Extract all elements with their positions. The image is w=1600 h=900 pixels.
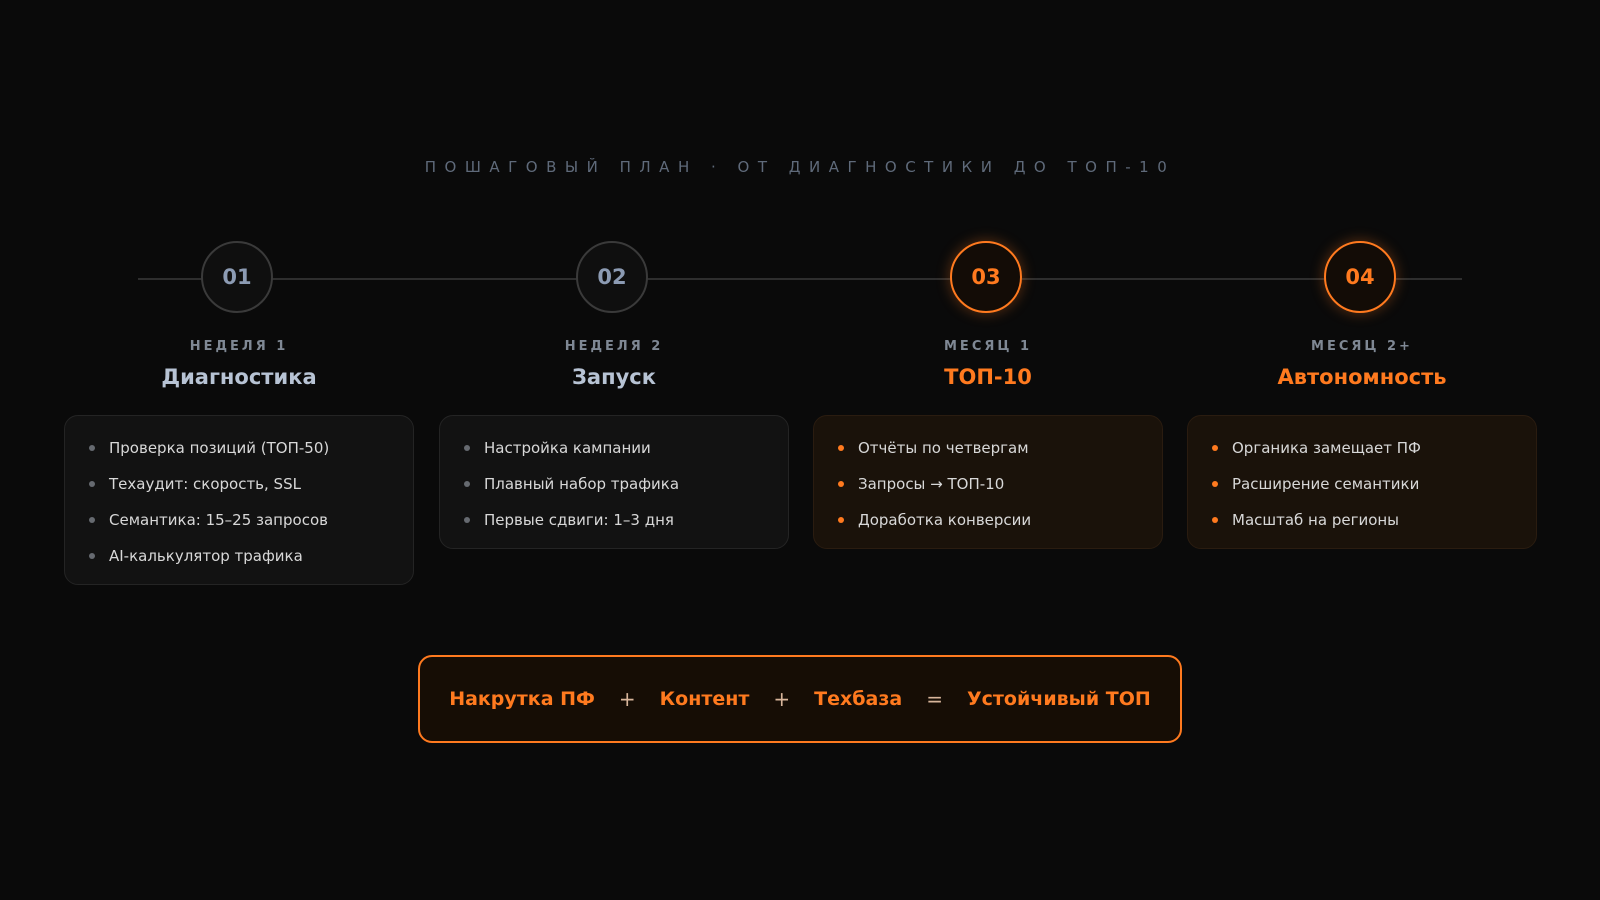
step-number-circle: 02 [576, 241, 648, 313]
list-item: Доработка конверсии [836, 510, 1142, 530]
bullet-icon [89, 445, 95, 451]
bullet-icon [1212, 517, 1218, 523]
step-title: ТОП-10 [944, 365, 1032, 389]
list-item: Масштаб на регионы [1210, 510, 1516, 530]
step-period: Месяц 1 [944, 339, 1032, 354]
list-item-text: Органика замещает ПФ [1232, 439, 1421, 457]
step-title: Запуск [572, 365, 656, 389]
bullet-icon [838, 445, 844, 451]
bullet-icon [89, 517, 95, 523]
list-item: Запросы → ТОП-10 [836, 474, 1142, 494]
list-item: Плавный набор трафика [462, 474, 768, 494]
equals-operator: = [926, 687, 943, 711]
formula-term-techbase: Техбаза [814, 688, 903, 710]
timeline-line [138, 278, 1462, 280]
bullet-icon [89, 481, 95, 487]
list-item: Органика замещает ПФ [1210, 438, 1516, 458]
list-item-text: Запросы → ТОП-10 [858, 475, 1005, 493]
list-item: Семантика: 15–25 запросов [87, 510, 393, 530]
bullet-icon [838, 517, 844, 523]
list-item-text: AI-калькулятор трафика [109, 547, 303, 565]
list-item: Первые сдвиги: 1–3 дня [462, 510, 768, 530]
formula-banner: Накрутка ПФ + Контент + Техбаза = Устойч… [418, 655, 1182, 743]
list-item-text: Доработка конверсии [858, 511, 1032, 529]
bullet-icon [838, 481, 844, 487]
bullet-icon [1212, 445, 1218, 451]
list-item: Техаудит: скорость, SSL [87, 474, 393, 494]
step-number-circle: 04 [1324, 241, 1396, 313]
list-item-text: Расширение семантики [1232, 475, 1420, 493]
list-item: Расширение семантики [1210, 474, 1516, 494]
formula-term-content: Контент [659, 688, 750, 710]
list-item-text: Техаудит: скорость, SSL [109, 475, 301, 493]
list-item: AI-калькулятор трафика [87, 546, 393, 566]
list-item-text: Плавный набор трафика [484, 475, 680, 493]
list-item-text: Проверка позиций (ТОП-50) [109, 439, 330, 457]
step-title: Автономность [1277, 365, 1447, 389]
list-item-text: Семантика: 15–25 запросов [109, 511, 328, 529]
step-number-circle: 01 [201, 241, 273, 313]
step-card: Органика замещает ПФ Расширение семантик… [1187, 415, 1537, 549]
list-item: Проверка позиций (ТОП-50) [87, 438, 393, 458]
bullet-icon [1212, 481, 1218, 487]
step-title: Диагностика [161, 365, 317, 389]
step-number-circle: 03 [950, 241, 1022, 313]
step-period: Неделя 2 [564, 339, 664, 354]
list-item-text: Отчёты по четвергам [858, 439, 1029, 457]
step-period: Неделя 1 [189, 339, 289, 354]
step-period: Месяц 2+ [1311, 339, 1413, 354]
formula-result: Устойчивый ТОП [967, 688, 1151, 710]
list-item: Отчёты по четвергам [836, 438, 1142, 458]
list-item-text: Первые сдвиги: 1–3 дня [484, 511, 674, 529]
roadmap-slide: Пошаговый план · от диагностики до ТОП-1… [0, 0, 1600, 900]
list-item-text: Масштаб на регионы [1232, 511, 1400, 529]
step-card: Настройка кампании Плавный набор трафика… [439, 415, 789, 549]
step-card: Отчёты по четвергам Запросы → ТОП-10 Дор… [813, 415, 1163, 549]
plus-operator: + [773, 687, 791, 711]
bullet-icon [89, 553, 95, 559]
formula-term-pf: Накрутка ПФ [449, 688, 595, 710]
list-item: Настройка кампании [462, 438, 768, 458]
list-item-text: Настройка кампании [484, 439, 651, 457]
bullet-icon [464, 445, 470, 451]
bullet-icon [464, 517, 470, 523]
eyebrow-title: Пошаговый план · от диагностики до ТОП-1… [424, 158, 1176, 176]
step-card: Проверка позиций (ТОП-50) Техаудит: скор… [64, 415, 414, 585]
plus-operator: + [618, 687, 636, 711]
bullet-icon [464, 481, 470, 487]
